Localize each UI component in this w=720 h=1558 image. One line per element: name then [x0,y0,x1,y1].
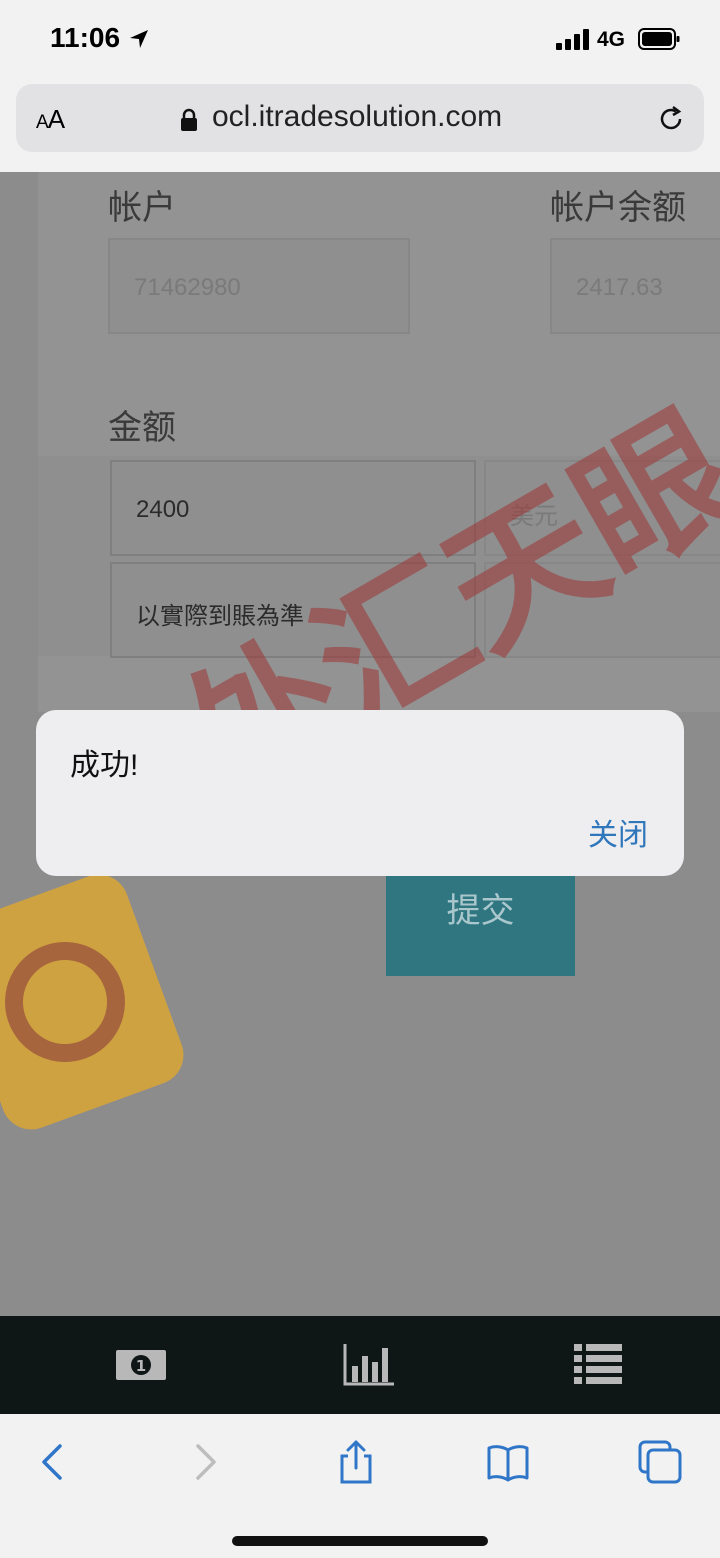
list-icon[interactable] [572,1340,626,1388]
text-size-button[interactable]: AA [36,104,65,135]
alert-dialog: 成功! 关闭 [36,710,684,876]
alert-message: 成功! [70,749,139,782]
app-bottom-nav: 1 [0,1316,720,1414]
address-bar[interactable]: AA ocl.itradesolution.com [16,84,704,152]
svg-text:1: 1 [136,1357,146,1375]
forward-icon[interactable] [182,1440,226,1484]
url-text[interactable]: ocl.itradesolution.com [212,100,502,134]
chart-icon[interactable] [342,1340,396,1388]
status-bar: 11:06 4G [0,0,720,80]
location-arrow-icon [130,30,148,48]
account-field[interactable]: 71462980 [108,238,410,334]
share-icon[interactable] [334,1440,378,1484]
tabs-icon[interactable] [638,1440,682,1484]
balance-field: 2417.63 [550,238,720,334]
browser-address-area: AA ocl.itradesolution.com [0,80,720,172]
bookmarks-icon[interactable] [486,1440,530,1484]
watermark-logo [0,866,192,1138]
browser-toolbar [0,1414,720,1558]
home-indicator [232,1536,488,1546]
balance-label: 帐户余额 [550,189,686,227]
back-icon[interactable] [32,1440,76,1484]
network-type: 4G [597,28,626,51]
battery-icon [638,28,680,50]
account-label: 帐户 [108,189,176,227]
amount-label: 金额 [108,409,176,447]
cellular-signal-icon [556,28,590,50]
submit-button[interactable]: 提交 [386,876,575,976]
reload-icon[interactable] [656,104,686,134]
money-icon[interactable]: 1 [114,1340,168,1388]
lock-icon [181,108,197,131]
alert-close-button[interactable]: 关闭 [588,810,648,854]
status-time: 11:06 [50,22,121,53]
